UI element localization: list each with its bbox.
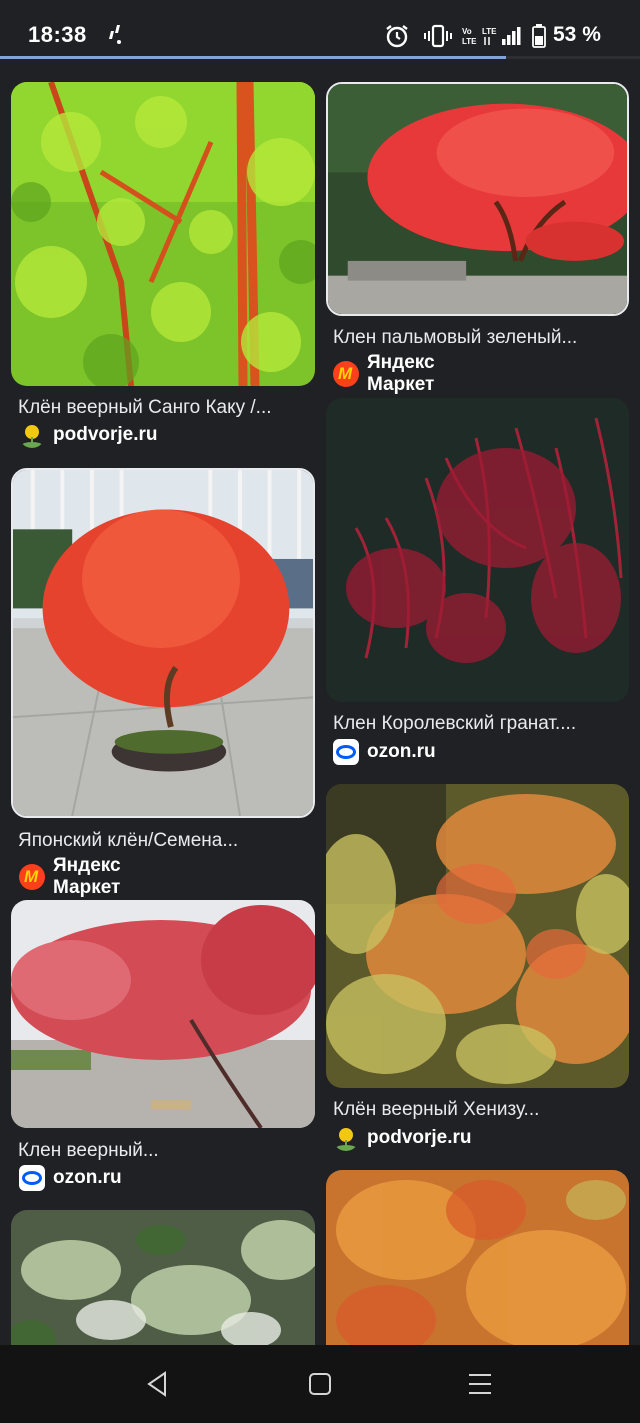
battery-percent: 53 % (553, 23, 601, 46)
result-source[interactable]: ozon.ru (333, 739, 436, 765)
status-bar: 18:38 Vo LTE LTE 53 % (0, 0, 640, 58)
home-square-icon[interactable] (305, 1369, 335, 1399)
vibrate-icon (424, 24, 452, 48)
result-source[interactable]: Яндекс Маркет (19, 855, 121, 899)
result-source[interactable]: Яндекс Маркет (333, 352, 435, 396)
svg-text:LTE: LTE (482, 27, 497, 36)
result-title[interactable]: Клен Королевский гранат.... (333, 713, 623, 735)
result-source-label: ozon.ru (53, 1167, 122, 1188)
image-thumbnail[interactable] (11, 82, 315, 386)
result-title[interactable]: Клён веерный Санго Каку /... (18, 397, 308, 419)
image-thumbnail[interactable] (326, 1170, 629, 1370)
result-source-label: podvorje.ru (367, 1127, 472, 1148)
alarm-icon (386, 25, 408, 48)
page-load-progress (0, 56, 640, 59)
lte-signal-icon: LTE (482, 27, 521, 45)
podvorje-favicon-icon (336, 1128, 356, 1151)
system-navigation-bar (0, 1345, 640, 1423)
result-source[interactable]: podvorje.ru (333, 1125, 472, 1151)
image-thumbnail[interactable] (326, 82, 629, 316)
image-thumbnail[interactable] (326, 784, 629, 1088)
result-source-label: Яндекс Маркет (367, 352, 435, 395)
result-title[interactable]: Клен веерный... (18, 1140, 308, 1162)
page-load-progress-fill (0, 56, 506, 59)
result-source-label: podvorje.ru (53, 424, 158, 445)
podvorje-favicon-icon (22, 425, 42, 448)
image-thumbnail[interactable] (11, 900, 315, 1128)
svg-text:Vo: Vo (462, 27, 472, 36)
result-source[interactable]: ozon.ru (19, 1165, 122, 1191)
battery-icon (532, 24, 546, 48)
yandex-market-favicon-icon (333, 361, 359, 387)
svg-text:LTE: LTE (462, 37, 477, 46)
result-title[interactable]: Японский клён/Семена... (18, 830, 308, 852)
result-title[interactable]: Клён веерный Хенизу... (333, 1099, 623, 1121)
image-thumbnail[interactable] (11, 468, 315, 818)
result-source-label: ozon.ru (367, 741, 436, 762)
ozon-favicon-icon (333, 739, 359, 765)
result-source[interactable]: podvorje.ru (19, 422, 158, 448)
recents-lines-icon[interactable] (465, 1369, 495, 1399)
yandex-market-favicon-icon (19, 864, 45, 890)
result-source-label: Яндекс Маркет (53, 855, 121, 898)
back-triangle-icon[interactable] (143, 1369, 173, 1399)
image-thumbnail[interactable] (326, 398, 629, 702)
volte-icon: Vo LTE (462, 27, 477, 46)
step-counter-icon (109, 25, 121, 44)
result-title[interactable]: Клен пальмовый зеленый... (333, 327, 623, 349)
ozon-favicon-icon (19, 1165, 45, 1191)
clock: 18:38 (28, 22, 87, 47)
